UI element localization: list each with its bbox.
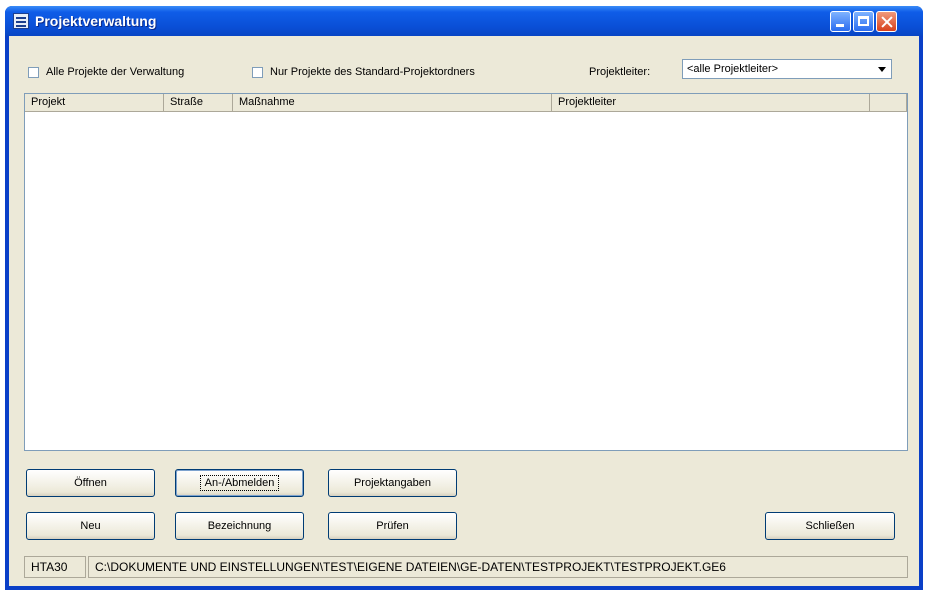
- login-button[interactable]: An-/Abmelden: [175, 469, 304, 497]
- checkbox-box[interactable]: [252, 66, 263, 78]
- status-path: C:\DOKUMENTE UND EINSTELLUNGEN\TEST\EIGE…: [88, 556, 908, 578]
- app-icon[interactable]: [13, 13, 29, 29]
- login-button-label: An-/Abmelden: [199, 475, 280, 491]
- all-projects-label: Alle Projekte der Verwaltung: [46, 66, 185, 78]
- leader-label: Projektleiter:: [589, 66, 651, 78]
- minimize-button[interactable]: [830, 11, 851, 32]
- open-button[interactable]: Öffnen: [26, 469, 155, 497]
- all-projects-checkbox[interactable]: Alle Projekte der Verwaltung: [28, 66, 184, 78]
- check-button[interactable]: Prüfen: [328, 512, 457, 540]
- standard-folder-checkbox[interactable]: Nur Projekte des Standard-Projektordners: [252, 66, 475, 78]
- window-title: Projektverwaltung: [35, 13, 157, 29]
- maximize-button[interactable]: [853, 11, 874, 32]
- checkbox-box[interactable]: [28, 66, 39, 78]
- rename-button[interactable]: Bezeichnung: [175, 512, 304, 540]
- column-header-leader[interactable]: Projektleiter: [552, 94, 870, 112]
- standard-folder-label: Nur Projekte des Standard-Projektordners: [270, 66, 475, 78]
- chevron-down-icon[interactable]: [874, 61, 890, 77]
- leader-select-value: <alle Projektleiter>: [687, 63, 779, 75]
- project-list[interactable]: Projekt Straße Maßnahme Projektleiter: [24, 93, 908, 451]
- close-button[interactable]: Schließen: [765, 512, 895, 540]
- title-bar[interactable]: Projektverwaltung: [5, 6, 923, 36]
- project-details-button[interactable]: Projektangaben: [328, 469, 457, 497]
- new-button[interactable]: Neu: [26, 512, 155, 540]
- column-header-measure[interactable]: Maßnahme: [233, 94, 552, 112]
- column-header-street[interactable]: Straße: [164, 94, 233, 112]
- leader-select[interactable]: <alle Projektleiter>: [682, 59, 892, 79]
- column-header-filler: [870, 94, 907, 112]
- status-code: HTA30: [24, 556, 86, 578]
- column-header-project[interactable]: Projekt: [25, 94, 164, 112]
- close-window-button[interactable]: [876, 11, 897, 32]
